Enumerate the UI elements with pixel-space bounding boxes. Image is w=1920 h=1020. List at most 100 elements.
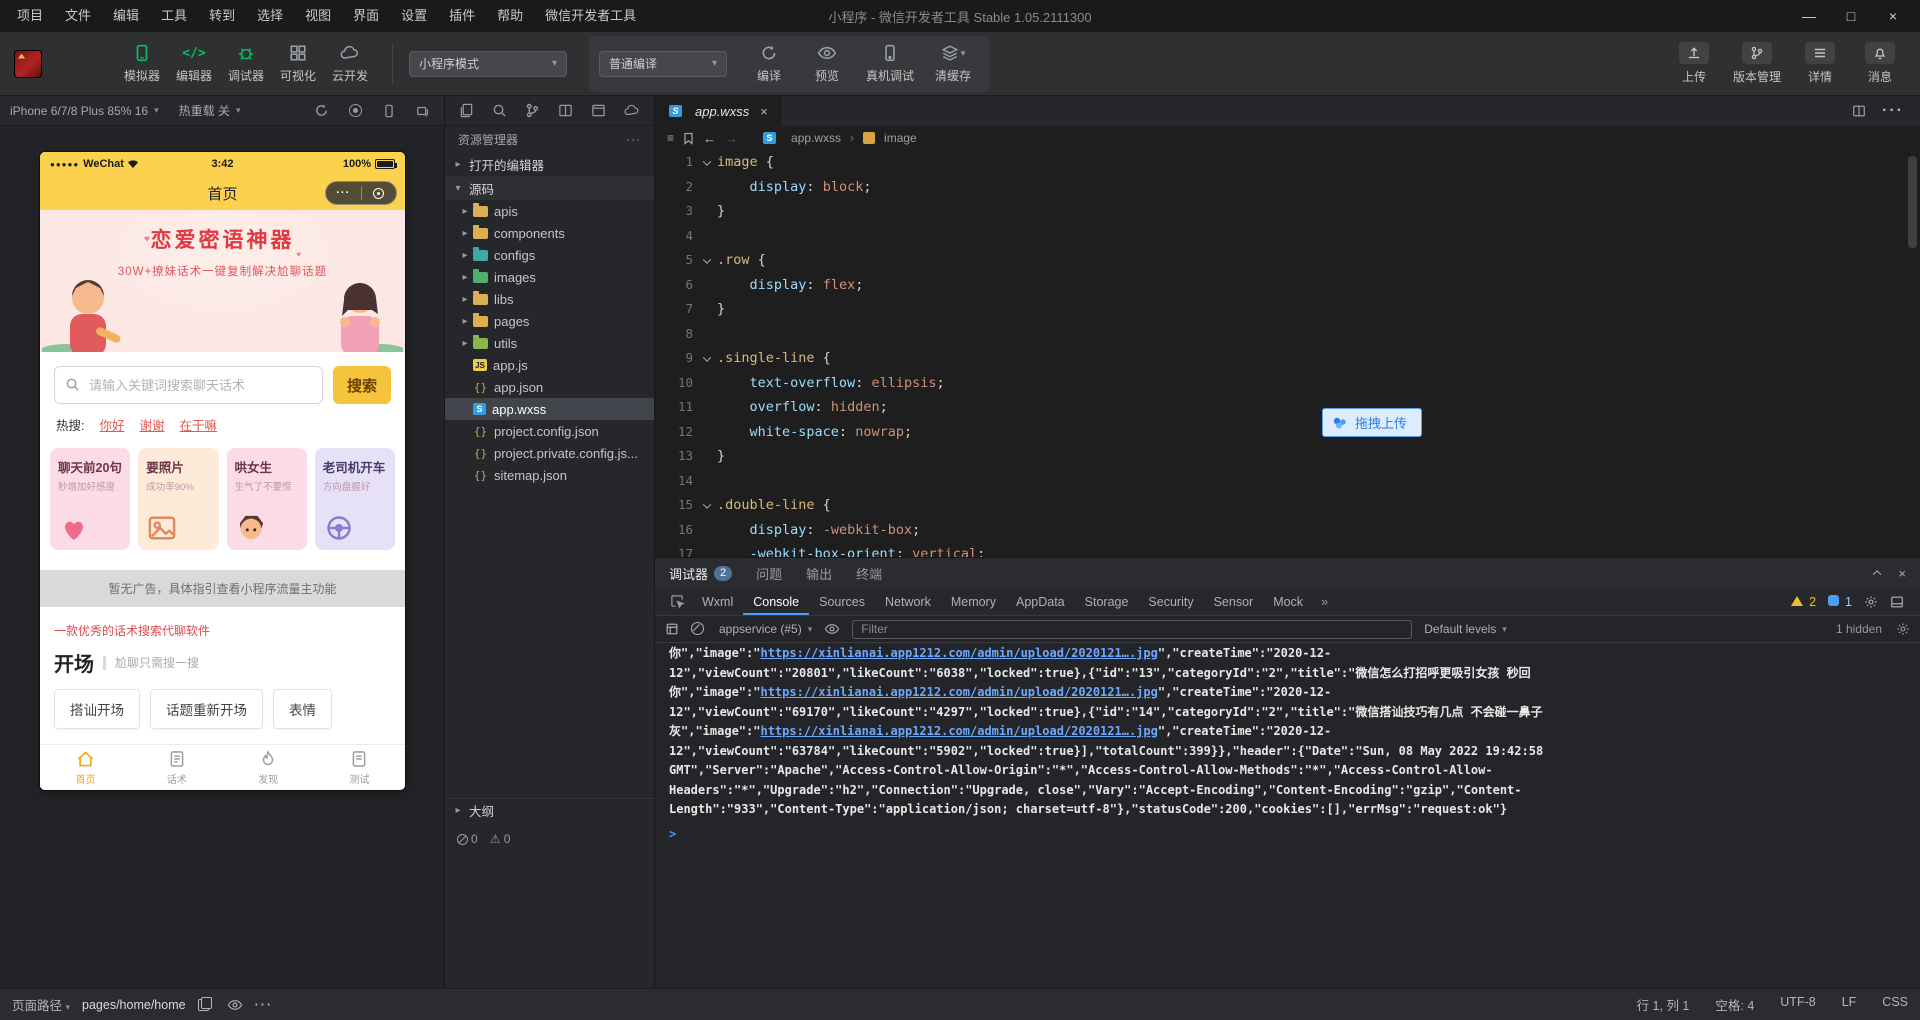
warnings-count[interactable]: ⚠ 0	[490, 832, 511, 846]
source-control-icon[interactable]	[525, 103, 540, 118]
record-icon[interactable]	[349, 104, 362, 117]
more-actions-icon[interactable]: ···	[1882, 102, 1904, 120]
close-button[interactable]: ×	[1872, 0, 1914, 32]
inspect-element-icon[interactable]	[670, 594, 685, 609]
details-button[interactable]: 详情	[1794, 36, 1846, 92]
topic-chip[interactable]: 表情	[273, 689, 332, 729]
search-icon[interactable]	[492, 103, 507, 118]
menu-item[interactable]: 工具	[150, 0, 198, 32]
menu-item[interactable]: 项目	[6, 0, 54, 32]
code-line[interactable]: 11 overflow: hidden;	[655, 395, 1920, 420]
devtools-tab[interactable]: Console	[743, 588, 809, 615]
tree-item[interactable]: {} project.private.config.js...	[445, 442, 654, 464]
statusbar-item[interactable]: LF	[1842, 995, 1857, 1014]
compile-button[interactable]: 编译	[743, 36, 795, 92]
split-editor-icon[interactable]	[1852, 104, 1866, 118]
tab-scripts[interactable]: 话术	[131, 745, 222, 790]
bookmark-icon[interactable]	[683, 132, 694, 145]
visual-button[interactable]: 可视化	[272, 36, 324, 92]
code-line[interactable]: 9 .single-line {	[655, 346, 1920, 371]
code-line[interactable]: 6 display: flex;	[655, 273, 1920, 298]
card-ask-photo[interactable]: 要照片 成功率90%	[138, 448, 219, 550]
tree-item[interactable]: JS app.js	[445, 354, 654, 376]
forward-arrow-icon[interactable]: →	[725, 131, 738, 146]
statusbar-item[interactable]: CSS	[1882, 995, 1908, 1014]
files-icon[interactable]	[459, 103, 474, 118]
dock-side-icon[interactable]	[1890, 595, 1904, 609]
expand-panel-icon[interactable]	[1873, 570, 1882, 579]
eye-icon[interactable]	[824, 623, 840, 635]
execution-context-select[interactable]: appservice (#5) ▾	[719, 622, 812, 636]
devtools-tab[interactable]: Network	[875, 588, 941, 615]
console-url-link[interactable]: https://xinlianai.app1212.com/admin/uplo…	[760, 646, 1157, 660]
more-options-icon[interactable]: ···	[255, 998, 274, 1012]
breadcrumb-symbol[interactable]: image	[884, 131, 917, 145]
debugger-button[interactable]: 调试器	[220, 36, 272, 92]
devtools-tab[interactable]: Memory	[941, 588, 1006, 615]
code-line[interactable]: 1 image {	[655, 150, 1920, 175]
console-url-link[interactable]: https://xinlianai.app1212.com/admin/uplo…	[760, 724, 1157, 738]
tree-item[interactable]: {} project.config.json	[445, 420, 654, 442]
tab-output[interactable]: 输出	[806, 564, 832, 583]
exit-miniprogram-icon[interactable]	[362, 187, 397, 199]
page-path-selector[interactable]: 页面路径 ▾	[12, 995, 70, 1014]
refresh-icon[interactable]	[314, 103, 329, 118]
statusbar-item[interactable]: 空格: 4	[1715, 995, 1754, 1014]
more-menu-icon[interactable]: ···	[326, 187, 361, 199]
code-line[interactable]: 12 white-space: nowrap;	[655, 420, 1920, 445]
code-line[interactable]: 3}	[655, 199, 1920, 224]
tree-item[interactable]: ▸ apis	[445, 200, 654, 222]
device-frame-icon[interactable]	[382, 104, 396, 118]
card-chat-openers[interactable]: 聊天前20句 秒增加好感度	[50, 448, 131, 550]
console-filter-input[interactable]	[852, 619, 1413, 639]
devtools-tab[interactable]: Security	[1138, 588, 1203, 615]
hot-search-link[interactable]: 在干嘛	[180, 415, 218, 434]
explorer-more-icon[interactable]: ···	[626, 132, 641, 146]
hot-reload-toggle[interactable]: 热重载 关	[179, 102, 230, 119]
tree-item[interactable]: {} sitemap.json	[445, 464, 654, 486]
source-root-section[interactable]: ▾ 源码	[445, 176, 654, 200]
code-line[interactable]: 5 .row {	[655, 248, 1920, 273]
cloud-sync-icon[interactable]	[624, 103, 640, 118]
devtools-settings-icon[interactable]	[1864, 595, 1878, 609]
devtools-tab[interactable]: Sources	[809, 588, 875, 615]
tree-item[interactable]: ▸ components	[445, 222, 654, 244]
menu-item[interactable]: 设置	[390, 0, 438, 32]
card-comfort-girl[interactable]: 哄女生 生气了不要慌	[226, 448, 307, 550]
upload-button[interactable]: 上传	[1668, 36, 1720, 92]
hero-banner[interactable]: 恋爱密语神器 30W+撩妹话术一键复制解决尬聊话题 ♥ ♥	[40, 210, 405, 352]
tree-item[interactable]: Sapp.wxss	[445, 398, 654, 420]
console-prompt[interactable]: >	[669, 825, 1906, 845]
top-frame-icon[interactable]	[665, 622, 679, 636]
preview-window-icon[interactable]	[591, 103, 606, 118]
console-url-link[interactable]: https://xinlianai.app1212.com/admin/uplo…	[760, 685, 1157, 699]
code-line[interactable]: 14	[655, 469, 1920, 494]
drag-upload-button[interactable]: 拖拽上传	[1321, 408, 1422, 437]
back-arrow-icon[interactable]: ←	[703, 131, 716, 146]
current-page-path[interactable]: pages/home/home	[82, 998, 186, 1012]
devtools-tab[interactable]: Mock	[1263, 588, 1313, 615]
close-panel-icon[interactable]: ×	[1898, 566, 1906, 581]
code-line[interactable]: 7}	[655, 297, 1920, 322]
log-levels-select[interactable]: Default levels ▾	[1424, 622, 1507, 636]
code-line[interactable]: 16 display: -webkit-box;	[655, 518, 1920, 543]
device-debug-button[interactable]: 真机调试	[859, 36, 921, 92]
tab-home[interactable]: 首页	[40, 745, 131, 790]
tab-problems[interactable]: 问题	[756, 564, 782, 583]
rotate-screen-icon[interactable]	[416, 104, 430, 118]
code-line[interactable]: 2 display: block;	[655, 175, 1920, 200]
fold-icon[interactable]	[697, 346, 717, 371]
device-select[interactable]: iPhone 6/7/8 Plus 85% 16	[10, 104, 148, 118]
tree-item[interactable]: ▸ images	[445, 266, 654, 288]
menu-item[interactable]: 文件	[54, 0, 102, 32]
devtools-tab[interactable]: Sensor	[1204, 588, 1264, 615]
editor-scrollbar[interactable]	[1908, 156, 1917, 248]
tab-terminal[interactable]: 终端	[856, 564, 882, 583]
outline-list-icon[interactable]: ≡	[667, 131, 674, 145]
tree-item[interactable]: ▸ pages	[445, 310, 654, 332]
menu-item[interactable]: 视图	[294, 0, 342, 32]
tree-item[interactable]: ▸ libs	[445, 288, 654, 310]
card-driver[interactable]: 老司机开车 方向盘握好	[314, 448, 395, 550]
console-settings-icon[interactable]	[1896, 622, 1910, 636]
code-line[interactable]: 8	[655, 322, 1920, 347]
